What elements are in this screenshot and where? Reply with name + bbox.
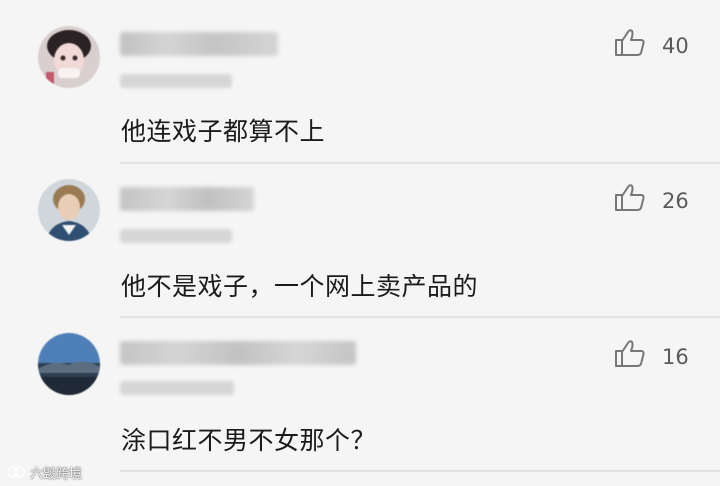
timestamp bbox=[120, 74, 232, 88]
avatar[interactable] bbox=[38, 179, 100, 241]
thumbs-up-icon[interactable] bbox=[614, 28, 646, 58]
thumbs-up-icon[interactable] bbox=[614, 183, 646, 213]
username[interactable] bbox=[120, 187, 254, 211]
avatar[interactable] bbox=[38, 26, 100, 88]
username[interactable] bbox=[120, 32, 278, 56]
like-count: 40 bbox=[662, 34, 689, 58]
timestamp bbox=[120, 229, 232, 243]
comment-item: 涂口红不男不女那个？ 16 bbox=[0, 317, 720, 472]
comment-item: 他连戏子都算不上 40 bbox=[0, 8, 720, 163]
comment-text: 他连戏子都算不上 bbox=[121, 117, 326, 146]
divider bbox=[120, 470, 720, 472]
comment-list: 他连戏子都算不上 40 他不是戏子，一个网上卖产品的 26 涂口红不男不女那个？… bbox=[0, 0, 720, 486]
watermark-text: 六毁跨境 bbox=[30, 466, 83, 482]
like-count: 26 bbox=[662, 189, 689, 213]
comment-text: 涂口红不男不女那个？ bbox=[121, 426, 377, 455]
thumbs-up-icon[interactable] bbox=[614, 339, 646, 369]
timestamp bbox=[120, 381, 234, 395]
username[interactable] bbox=[120, 341, 356, 365]
comment-text: 他不是戏子，一个网上卖产品的 bbox=[121, 272, 479, 301]
comment-item: 他不是戏子，一个网上卖产品的 26 bbox=[0, 163, 720, 318]
like-count: 16 bbox=[662, 345, 689, 369]
avatar[interactable] bbox=[38, 333, 100, 395]
watermark: 六毁跨境 bbox=[6, 462, 82, 482]
watermark-logo-icon bbox=[7, 466, 25, 478]
